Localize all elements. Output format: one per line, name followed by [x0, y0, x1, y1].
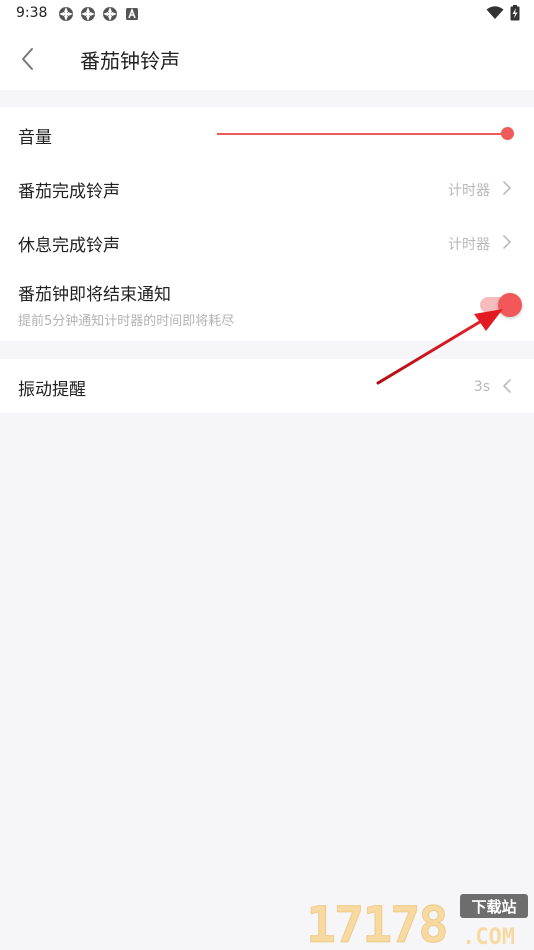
break-done-sound-row[interactable]: 休息完成铃声 计时器: [0, 216, 534, 268]
chevron-right-icon: [503, 235, 511, 249]
chevron-left-icon: [22, 48, 33, 70]
status-bar: 9:38: [0, 0, 534, 28]
break-done-sound-value: 计时器: [448, 237, 490, 253]
notification-pinwheel-icon: [81, 7, 95, 21]
notification-pinwheel-icon: [59, 7, 73, 21]
status-time: 9:38: [16, 5, 48, 21]
volume-label: 音量: [18, 128, 52, 148]
chevron-right-icon: [503, 181, 511, 195]
annotation-arrow-icon: [376, 309, 503, 385]
volume-slider-track[interactable]: [217, 133, 507, 135]
pomodoro-done-sound-row[interactable]: 番茄完成铃声 计时器: [0, 162, 534, 214]
status-notification-icons: [58, 6, 140, 22]
site-watermark-logo: 17178 下载站 .COM: [306, 894, 528, 948]
toolbar: 番茄钟铃声: [0, 28, 534, 90]
ending-notice-label: 番茄钟即将结束通知: [18, 285, 171, 305]
vibration-label: 振动提醒: [18, 380, 86, 400]
wifi-icon: [486, 6, 504, 19]
pomodoro-done-sound-value: 计时器: [448, 183, 490, 199]
notification-a-icon: [126, 7, 138, 20]
svg-text:.COM: .COM: [462, 925, 515, 948]
battery-charging-icon: [510, 5, 520, 21]
svg-text:17178: 17178: [306, 896, 447, 948]
page-title: 番茄钟铃声: [80, 49, 180, 73]
break-done-sound-label: 休息完成铃声: [18, 236, 120, 256]
svg-text:下载站: 下载站: [471, 898, 516, 916]
pomodoro-done-sound-label: 番茄完成铃声: [18, 182, 120, 202]
notification-pinwheel-icon: [103, 7, 117, 21]
back-button[interactable]: [10, 42, 44, 76]
volume-slider-thumb[interactable]: [501, 127, 514, 140]
status-system-icons: [486, 5, 520, 21]
ending-notice-sublabel: 提前5分钟通知计时器的时间即将耗尽: [18, 314, 235, 329]
